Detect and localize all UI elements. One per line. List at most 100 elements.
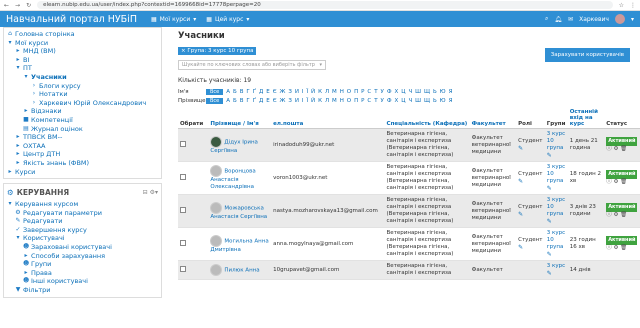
reload-icon[interactable]: ↻ [26, 2, 31, 9]
admin-item[interactable]: ▸ Способи зарахування [7, 252, 158, 261]
nav-item[interactable]: ▾ ПТ [7, 64, 158, 73]
participant-group-text[interactable]: 3 курс 10 група [547, 131, 565, 151]
participant-name[interactable]: Дідух Ірина Сергіївна [208, 128, 272, 162]
star-icon[interactable]: ☆ [619, 2, 624, 9]
user-picture[interactable] [210, 264, 223, 276]
nav-item[interactable]: › Блоги курсу [7, 82, 158, 91]
col-specialty[interactable]: Спеціальність (Кафедра) [384, 108, 470, 129]
last-name-all[interactable]: Все [206, 98, 224, 104]
nav-item[interactable]: ▤ Журнал оцінок [7, 125, 158, 134]
gear-icon[interactable]: ⚙ [613, 179, 618, 185]
search-filter-input[interactable]: Шукайте по ключових словах або виберіть … [178, 60, 326, 70]
edit-group-icon[interactable]: ✎ [547, 218, 566, 225]
forward-icon[interactable]: → [15, 2, 20, 9]
gear-icon[interactable]: ⚙ [613, 146, 618, 152]
select-checkbox[interactable] [180, 173, 186, 180]
gear-icon[interactable]: ⚙ [613, 245, 618, 251]
nav-item[interactable]: ■ Компетенції [7, 116, 158, 125]
enrol-users-button[interactable]: Зарахувати користувачів [544, 48, 630, 62]
row-select[interactable] [178, 128, 209, 162]
edit-group-icon[interactable]: ✎ [547, 270, 566, 277]
gear-icon[interactable]: ⚙ [613, 212, 618, 218]
this-course-menu[interactable]: ▦ Цей курс ▾ [206, 16, 249, 23]
participant-group-text[interactable]: 3 курс 10 група [547, 197, 565, 217]
row-select[interactable] [178, 260, 209, 280]
user-name[interactable]: Харкевич [579, 16, 609, 23]
block-tools[interactable]: ⊟ ⚙▾ [143, 189, 158, 196]
participant-name[interactable]: Воронцова Анастасія Олександрівна [208, 161, 272, 195]
admin-item[interactable]: ☻ Інші користувачі [7, 277, 158, 286]
back-icon[interactable]: ← [4, 2, 9, 9]
edit-role-icon[interactable]: ✎ [518, 178, 543, 185]
edit-role-icon[interactable]: ✎ [518, 211, 543, 218]
admin-item[interactable]: ☻ Групи [7, 260, 158, 269]
admin-item[interactable]: ▾ Керування курсом [7, 200, 158, 209]
admin-item[interactable]: ⚙ Редагувати параметри [7, 209, 158, 218]
select-checkbox[interactable] [180, 265, 186, 272]
col-email[interactable]: ел.пошта [271, 108, 385, 129]
edit-group-icon[interactable]: ✎ [547, 185, 566, 192]
nav-item[interactable]: ▸ ТПВСК ВМ-- [7, 133, 158, 142]
select-checkbox[interactable] [180, 140, 186, 147]
select-checkbox[interactable] [180, 239, 186, 246]
participant-group-text[interactable]: 3 курс 10 група [547, 164, 565, 184]
enrolment-tools[interactable]: ⓘ ⚙ 🗑︎ [606, 212, 638, 219]
edit-group-icon[interactable]: ✎ [547, 152, 566, 159]
site-brand[interactable]: Навчальний портал НУБіП [6, 14, 137, 25]
col-last-access[interactable]: Останній вхід на курс [567, 108, 605, 129]
admin-item[interactable]: ✎ Редагувати [7, 217, 158, 226]
search-icon[interactable]: ⌕ [545, 15, 548, 23]
nav-item[interactable]: › Нотатки [7, 90, 158, 99]
group-filter-chip[interactable]: × Група: 3 курс 10 група [178, 47, 257, 55]
nav-item[interactable]: ⌂ Головна сторінка [7, 30, 158, 39]
avatar[interactable] [614, 14, 625, 24]
address-bar[interactable]: elearn.nubip.edu.ua/user/index.php?conte… [37, 1, 613, 9]
menu-dots-icon[interactable]: ⋮ [630, 2, 636, 9]
info-icon[interactable]: ⓘ [606, 179, 612, 185]
participant-name-link[interactable]: Пилюк Анна [224, 268, 259, 274]
user-picture[interactable] [210, 165, 223, 177]
participant-group-text[interactable]: 3 курс [547, 263, 565, 269]
participant-name[interactable]: Могильна Анна Дмитрівна [208, 227, 272, 261]
participant-group[interactable]: 3 курс 10 група ✎ [544, 161, 568, 195]
nav-item[interactable]: ▸ Центр ДТН [7, 150, 158, 159]
message-icon[interactable]: ✉ [568, 16, 573, 23]
enrolment-tools[interactable]: ⓘ ⚙ 🗑︎ [606, 245, 638, 252]
info-icon[interactable]: ⓘ [606, 212, 612, 218]
nav-item[interactable]: ▸ МНД (ВМ) [7, 47, 158, 56]
nav-item[interactable]: ▸ Курси [7, 168, 158, 177]
row-select[interactable] [178, 227, 209, 261]
nav-item[interactable]: › Харкевич Юрій Олександрович [7, 99, 158, 108]
first-name-all[interactable]: Все [206, 89, 224, 95]
participant-group[interactable]: 3 курс 10 група ✎ [544, 128, 568, 162]
enrolment-tools[interactable]: ⓘ ⚙ 🗑︎ [606, 146, 638, 153]
edit-group-icon[interactable]: ✎ [547, 251, 566, 258]
first-name-letters[interactable]: А Б В Г Ґ Д Е Є Ж З И І Ї Й К Л М Н О П … [226, 89, 453, 95]
nav-item[interactable]: ▸ Відзнаки [7, 107, 158, 116]
bell-icon[interactable]: 🔔︎ [554, 16, 562, 23]
admin-item[interactable]: ☻ Зараховані користувачі [7, 243, 158, 252]
participant-name[interactable]: Пилюк Анна [208, 260, 272, 280]
delete-icon[interactable]: 🗑︎ [620, 245, 627, 251]
col-name[interactable]: Прізвище / Ім'я [208, 108, 272, 129]
select-checkbox[interactable] [180, 206, 186, 213]
participant-group[interactable]: 3 курс 10 група ✎ [544, 227, 568, 261]
edit-role-icon[interactable]: ✎ [518, 145, 543, 152]
delete-icon[interactable]: 🗑︎ [620, 212, 627, 218]
my-courses-menu[interactable]: ▦ Мої курси ▾ [151, 16, 196, 23]
info-icon[interactable]: ⓘ [606, 245, 612, 251]
admin-item[interactable]: ✓ Завершення курсу [7, 226, 158, 235]
col-faculty[interactable]: Факультет [469, 108, 517, 129]
nav-item[interactable]: ▸ ВІ [7, 56, 158, 65]
participant-name[interactable]: Можаровська Анастасія Сергіївна [208, 194, 272, 228]
user-picture[interactable] [210, 201, 223, 214]
admin-item[interactable]: ▾ Користувачі [7, 234, 158, 243]
user-picture[interactable] [210, 234, 223, 247]
delete-icon[interactable]: 🗑︎ [620, 146, 627, 152]
admin-item[interactable]: ▼ Фільтри [7, 286, 158, 295]
nav-item[interactable]: ▸ ОХТАА [7, 142, 158, 151]
delete-icon[interactable]: 🗑︎ [620, 179, 627, 185]
info-icon[interactable]: ⓘ [606, 146, 612, 152]
participant-group[interactable]: 3 курс ✎ [544, 260, 568, 280]
row-select[interactable] [178, 161, 209, 195]
